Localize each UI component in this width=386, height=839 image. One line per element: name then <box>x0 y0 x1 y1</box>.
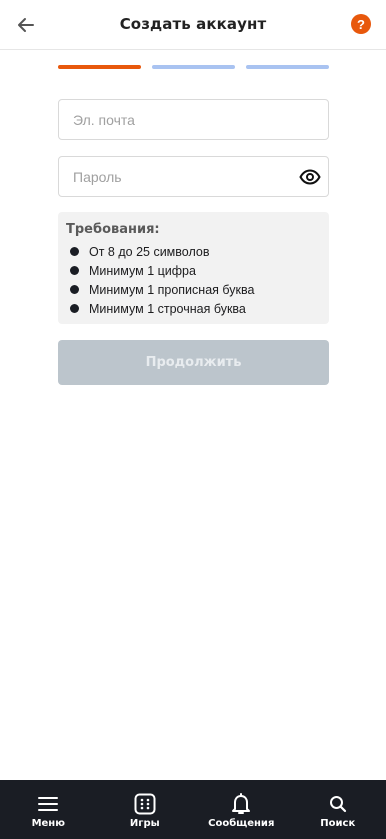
bullet-icon <box>70 304 79 313</box>
password-requirements: Требования: От 8 до 25 символов Минимум … <box>58 212 329 324</box>
password-field-container <box>58 156 329 197</box>
nav-label: Меню <box>31 818 65 829</box>
search-icon <box>329 796 346 813</box>
bottom-navigation: Меню Игры Сообщения Поиск <box>0 780 386 839</box>
requirement-label: Минимум 1 прописная буква <box>89 282 255 297</box>
requirement-label: Минимум 1 цифра <box>89 263 196 278</box>
bullet-icon <box>70 247 79 256</box>
menu-icon <box>38 797 59 811</box>
nav-label: Сообщения <box>208 818 275 829</box>
step-indicator-3 <box>246 65 329 69</box>
help-button[interactable]: ? <box>351 14 371 34</box>
nav-label: Игры <box>129 818 160 829</box>
nav-item-search[interactable]: Поиск <box>290 780 386 839</box>
progress-steps <box>58 65 329 69</box>
email-field[interactable] <box>59 100 328 139</box>
nav-item-menu[interactable]: Меню <box>0 780 97 839</box>
bullet-icon <box>70 285 79 294</box>
requirement-item: От 8 до 25 символов <box>66 242 321 261</box>
eye-icon <box>299 169 321 185</box>
page-title: Создать аккаунт <box>119 15 267 33</box>
email-field-container <box>58 99 329 140</box>
dice-icon <box>134 793 156 815</box>
toggle-password-visibility-button[interactable] <box>298 165 322 189</box>
continue-button[interactable]: Продолжить <box>58 340 329 385</box>
requirements-title: Требования: <box>66 222 160 237</box>
requirement-item: Минимум 1 прописная буква <box>66 280 321 299</box>
nav-label: Поиск <box>320 818 356 829</box>
step-indicator-2 <box>152 65 235 69</box>
requirement-item: Минимум 1 строчная буква <box>66 299 321 318</box>
password-field[interactable] <box>59 157 328 196</box>
nav-item-games[interactable]: Игры <box>97 780 194 839</box>
bell-icon <box>232 793 251 814</box>
requirement-label: От 8 до 25 символов <box>89 244 210 259</box>
header: Создать аккаунт ? <box>0 0 386 50</box>
bullet-icon <box>70 266 79 275</box>
help-icon: ? <box>357 16 365 32</box>
nav-item-messages[interactable]: Сообщения <box>193 780 290 839</box>
requirement-item: Минимум 1 цифра <box>66 261 321 280</box>
requirement-label: Минимум 1 строчная буква <box>89 301 246 316</box>
step-indicator-1-active <box>58 65 141 69</box>
